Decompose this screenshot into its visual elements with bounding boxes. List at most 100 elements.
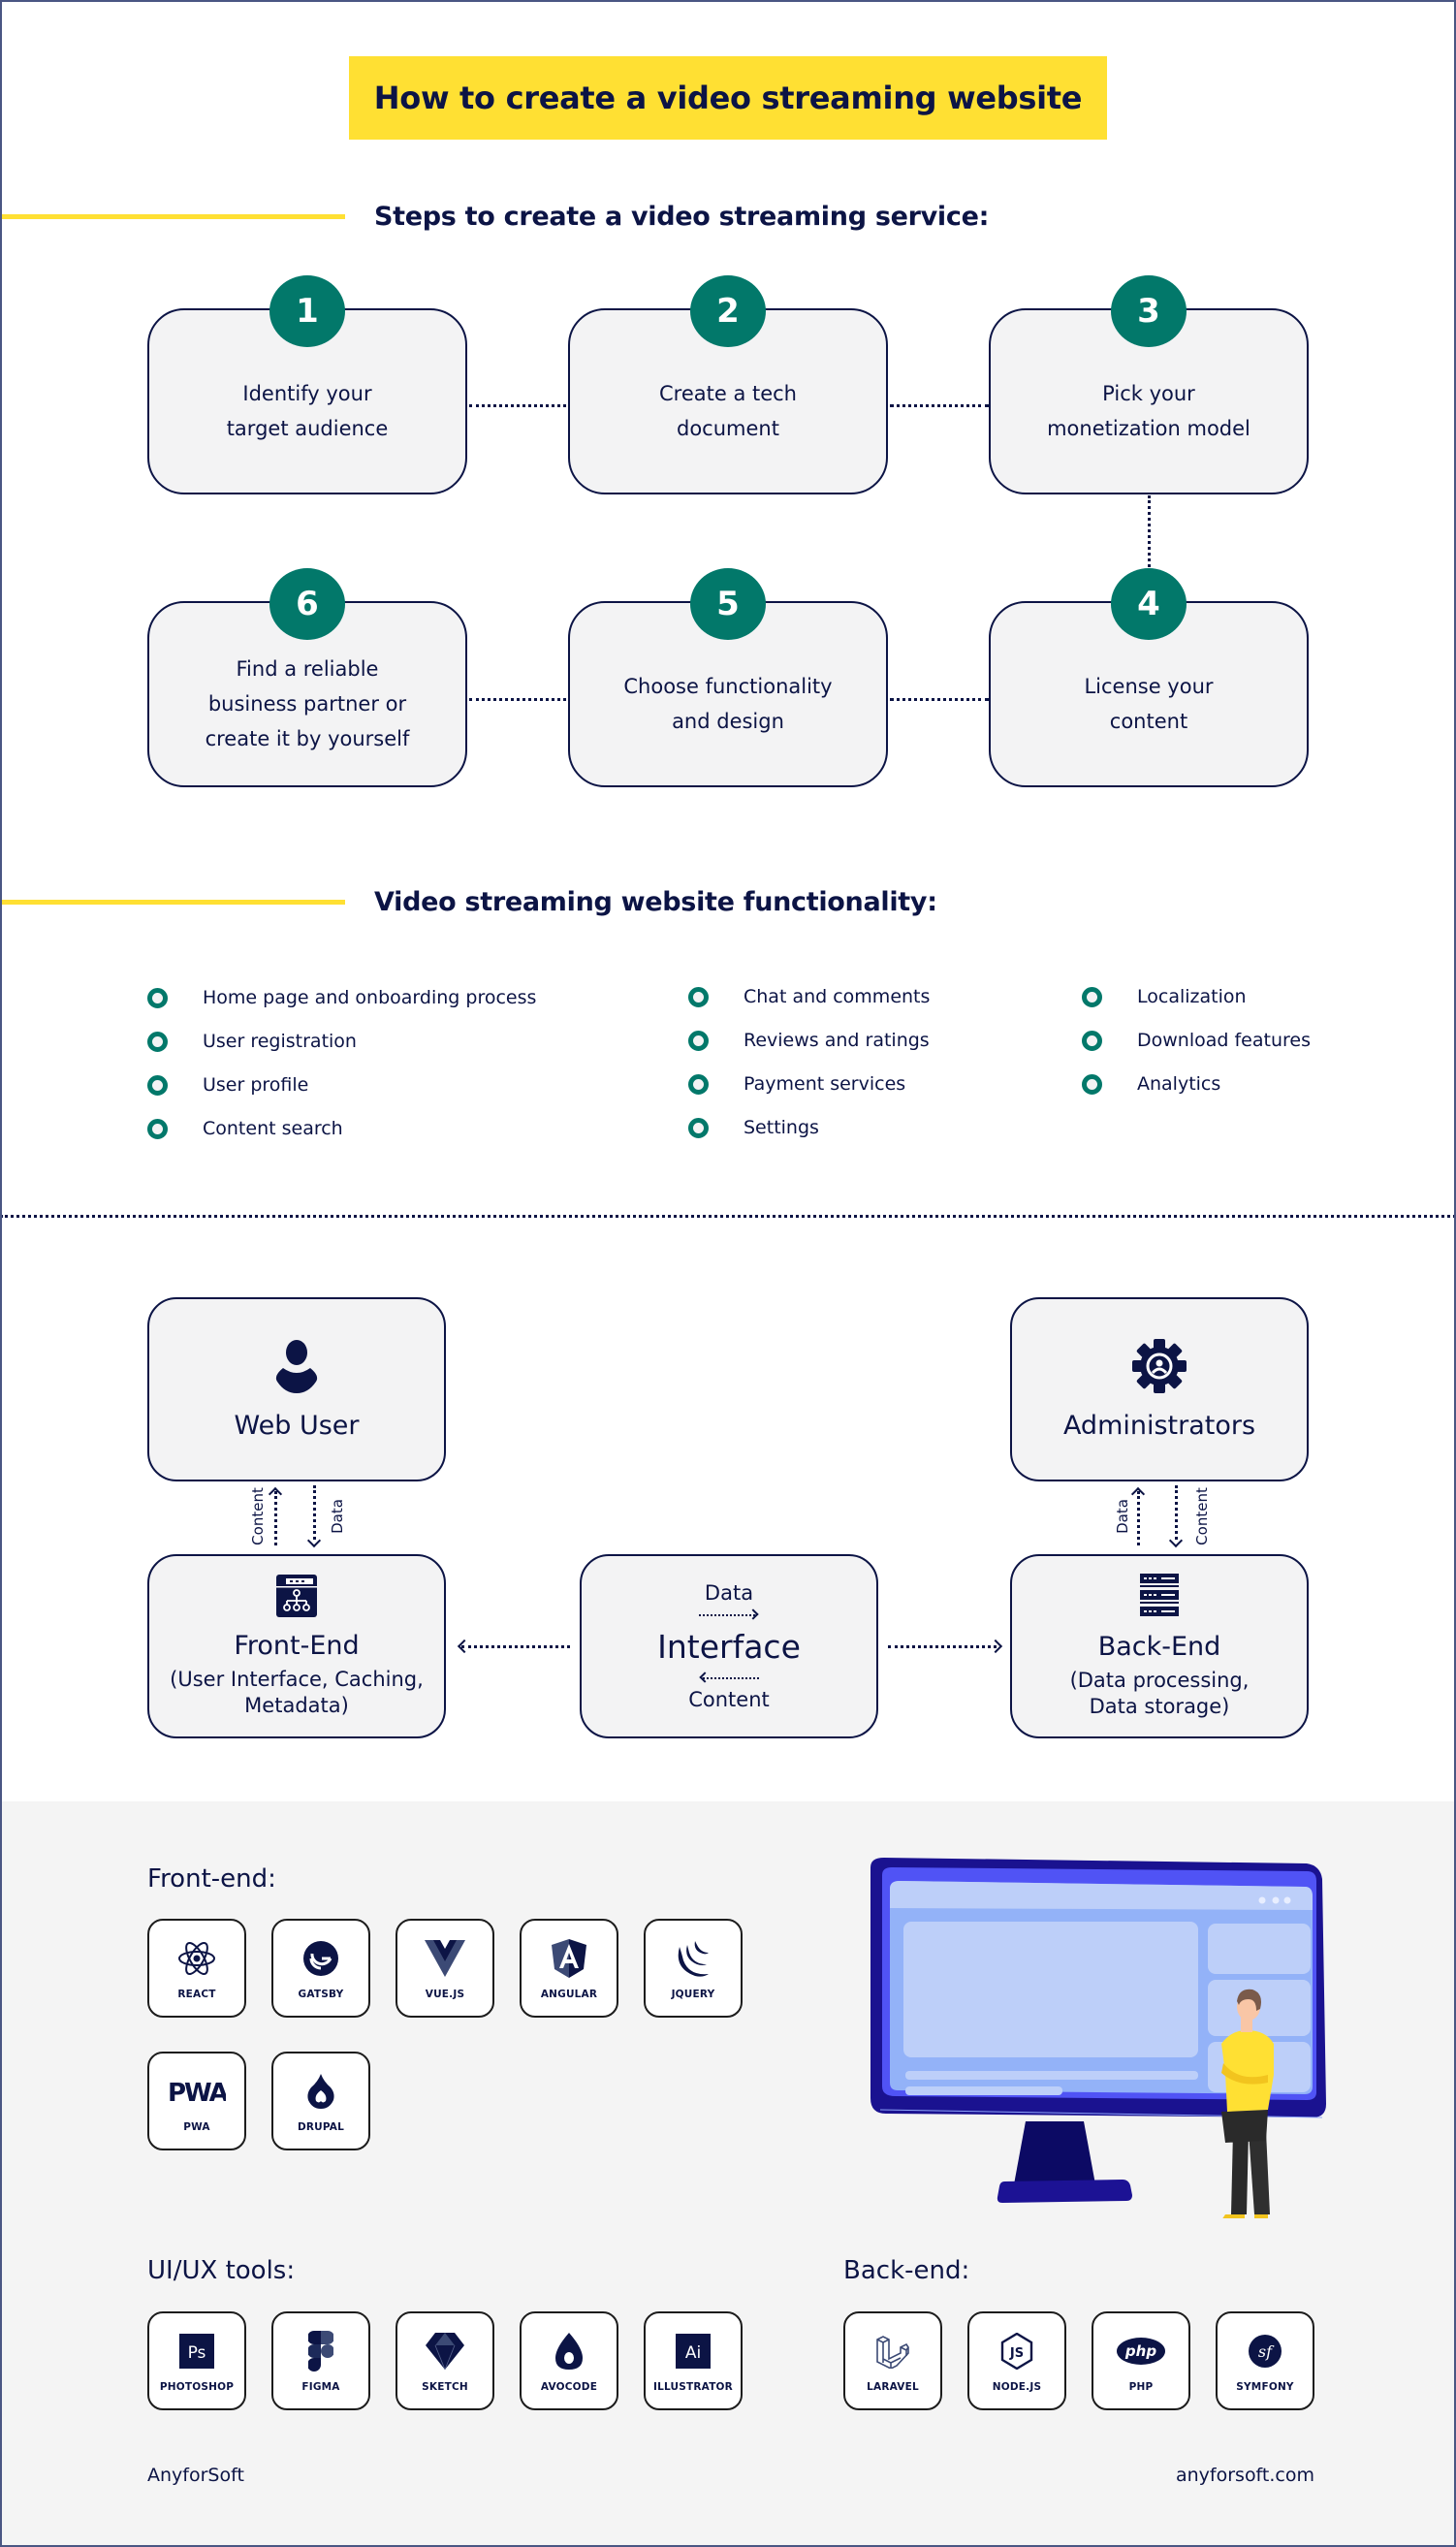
front-end-subtitle: (User Interface, Caching, Metadata) [170, 1667, 424, 1717]
web-user-box: Web User [147, 1297, 446, 1481]
tech-tile-illustrator: Ai ILLUSTRATOR [644, 2311, 743, 2410]
symfony-icon: sf [1248, 2329, 1282, 2373]
tech-name: NODE.JS [992, 2381, 1042, 2393]
tech-name: PHP [1128, 2381, 1154, 2393]
svg-text:JS: JS [1009, 2346, 1024, 2361]
step-card-3: 3 Pick your monetization model [989, 275, 1309, 494]
bullet-ring-icon [1082, 986, 1102, 1007]
tech-name: PHOTOSHOP [159, 2381, 235, 2393]
arrow-head-down [1168, 1533, 1184, 1548]
tech-tile-photoshop: Ps PHOTOSHOP [147, 2311, 246, 2410]
bullet-ring-icon [688, 1030, 709, 1051]
connector-1-2 [469, 404, 566, 407]
bullet-ring-icon [147, 987, 168, 1008]
sketch-icon [426, 2329, 464, 2373]
link-label-content-down: Content [1192, 1487, 1211, 1545]
step-number-badge: 1 [269, 275, 345, 347]
connector-4-5 [890, 698, 989, 701]
tech-name: ILLUSTRATOR [653, 2381, 733, 2393]
back-end-stack-heading: Back-end: [843, 2256, 970, 2285]
gear-user-icon [1132, 1338, 1187, 1397]
step-card-4: 4 License your content [989, 568, 1309, 787]
functionality-section-header: Video streaming website functionality: [0, 887, 937, 917]
tech-tile-sketch: SKETCH [396, 2311, 494, 2410]
step-label: Create a tech document [658, 382, 797, 440]
svg-text:Ps: Ps [188, 2343, 206, 2363]
sitemap-window-icon [276, 1574, 317, 1621]
tech-tile-angular: ANGULAR [520, 1919, 618, 2018]
link-label-data-up: Data [1113, 1499, 1131, 1534]
tech-name: DRUPAL [297, 2121, 345, 2133]
administrators-box: Administrators [1010, 1297, 1309, 1481]
page-title-banner: How to create a video streaming website [349, 56, 1107, 140]
feature-item: Content search [147, 1118, 343, 1139]
angular-icon [552, 1936, 586, 1981]
tech-tile-gatsby: GATSBY [271, 1919, 370, 2018]
tech-tile-figma: FIGMA [271, 2311, 370, 2410]
arrow-interface-to-frontend [461, 1645, 570, 1648]
footer-url-link[interactable]: anyforsoft.com [1176, 2465, 1314, 2486]
laravel-icon [875, 2329, 910, 2373]
interface-title: Interface [657, 1627, 801, 1666]
steps-heading: Steps to create a video streaming servic… [374, 202, 990, 232]
arrow-head-left [457, 1639, 472, 1654]
footer-brand: AnyforSoft [147, 2465, 244, 2486]
arrow-interface-to-backend [888, 1645, 997, 1648]
feature-item: Settings [688, 1117, 819, 1138]
monitor-person-illustration [841, 1850, 1326, 2220]
photoshop-icon: Ps [179, 2329, 214, 2373]
page-title: How to create a video streaming website [373, 80, 1083, 116]
step-number-badge: 5 [690, 568, 766, 640]
interface-data-arrow [699, 1608, 759, 1620]
feature-item: User profile [147, 1074, 308, 1096]
step-label: Find a reliable business partner or create… [205, 657, 410, 750]
arrow-head-down [306, 1533, 322, 1548]
nodejs-icon: JS [1000, 2329, 1033, 2373]
svg-text:php: php [1124, 2342, 1156, 2360]
step-card-2: 2 Create a tech document [568, 275, 888, 494]
arrow-head-right [988, 1639, 1003, 1654]
ui-ux-stack-heading: UI/UX tools: [147, 2256, 296, 2285]
arrow-data-down [313, 1485, 316, 1540]
illustrator-icon: Ai [676, 2329, 711, 2373]
php-icon: php [1116, 2329, 1166, 2373]
back-end-title: Back-End [1097, 1631, 1221, 1662]
tech-name: PWA [183, 2121, 210, 2133]
figma-icon [308, 2329, 333, 2373]
tech-tile-symfony: sf SYMFONY [1216, 2311, 1314, 2410]
connector-2-3 [890, 404, 989, 407]
feature-item: Download features [1082, 1030, 1311, 1051]
bullet-ring-icon [1082, 1030, 1102, 1051]
tech-tile-avocode: AVOCODE [520, 2311, 618, 2410]
bullet-ring-icon [1082, 1073, 1102, 1095]
web-user-title: Web User [234, 1410, 360, 1441]
interface-data-label: Data [704, 1580, 754, 1605]
front-end-stack-heading: Front-end: [147, 1864, 276, 1894]
step-label: License your content [1084, 675, 1214, 733]
step-label: Identify your target audience [226, 382, 389, 440]
tech-name: LARAVEL [867, 2381, 919, 2393]
link-label-data-down: Data [328, 1499, 346, 1534]
jquery-icon [676, 1936, 711, 1981]
feature-item: Analytics [1082, 1073, 1220, 1095]
step-card-1: 1 Identify your target audience [147, 275, 467, 494]
feature-item: Localization [1082, 986, 1247, 1007]
bullet-ring-icon [147, 1118, 168, 1139]
step-card-5: 5 Choose functionality and design [568, 568, 888, 787]
step-card-6: 6 Find a reliable business partner or crea… [147, 568, 467, 787]
svg-text:PWA: PWA [168, 2079, 226, 2104]
accent-bar [0, 900, 345, 905]
section-divider [0, 1215, 1456, 1218]
tech-tile-vue: VUE.JS [396, 1919, 494, 2018]
bullet-ring-icon [147, 1074, 168, 1096]
steps-section-header: Steps to create a video streaming servic… [0, 202, 989, 232]
tech-name: JQUERY [671, 1989, 715, 2000]
user-icon [273, 1339, 320, 1397]
tech-name: VUE.JS [425, 1989, 465, 2000]
bullet-ring-icon [688, 1117, 709, 1138]
feature-item: Reviews and ratings [688, 1030, 930, 1051]
administrators-title: Administrators [1062, 1410, 1256, 1441]
gatsby-icon [302, 1936, 339, 1981]
bullet-ring-icon [147, 1031, 168, 1052]
connector-3-4 [1148, 495, 1151, 573]
